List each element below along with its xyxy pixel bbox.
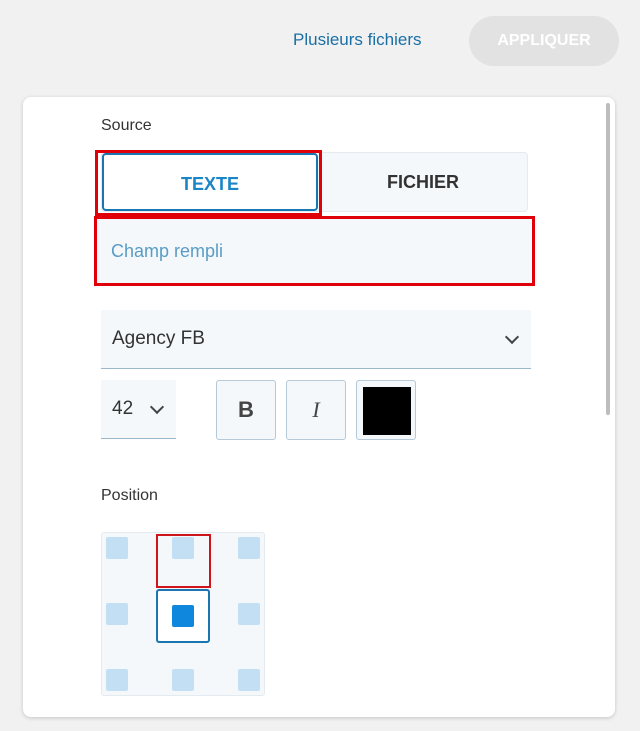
color-picker-button[interactable] [356, 380, 416, 440]
text-input[interactable]: Champ rempli [97, 219, 531, 283]
source-label: Source [101, 117, 152, 134]
position-bottom-left[interactable] [102, 641, 156, 695]
position-marker [238, 669, 260, 691]
bold-button[interactable]: B [216, 380, 276, 440]
position-top-left[interactable] [102, 533, 156, 587]
tab-file[interactable]: FICHIER [318, 153, 528, 211]
position-marker [106, 603, 128, 625]
position-top-center[interactable] [156, 533, 210, 587]
color-swatch [363, 387, 411, 435]
position-top-right[interactable] [210, 533, 264, 587]
chevron-down-icon [504, 329, 520, 345]
font-size-value: 42 [112, 398, 134, 419]
position-bottom-right[interactable] [210, 641, 264, 695]
position-bottom-center[interactable] [156, 641, 210, 695]
position-marker [238, 603, 260, 625]
position-marker [106, 669, 128, 691]
italic-icon: I [312, 397, 320, 422]
bold-icon: B [238, 397, 254, 422]
source-toggle: TEXTE FICHIER [101, 152, 528, 212]
position-label: Position [101, 487, 158, 504]
multiple-files-link[interactable]: Plusieurs fichiers [293, 30, 422, 50]
italic-button[interactable]: I [286, 380, 346, 440]
tab-text[interactable]: TEXTE [102, 153, 318, 211]
font-family-select[interactable]: Agency FB [101, 310, 531, 369]
position-marker [238, 537, 260, 559]
position-marker [172, 605, 194, 627]
position-middle-right[interactable] [210, 587, 264, 641]
apply-button[interactable]: APPLIQUER [469, 16, 619, 66]
position-middle-left[interactable] [102, 587, 156, 641]
position-grid [101, 532, 265, 696]
scrollbar[interactable] [606, 103, 610, 415]
settings-panel: Source TEXTE FICHIER Champ rempli Agency… [23, 97, 615, 717]
chevron-down-icon [149, 399, 165, 415]
font-size-select[interactable]: 42 [101, 380, 176, 439]
position-marker [172, 669, 194, 691]
top-bar: Plusieurs fichiers APPLIQUER [0, 0, 640, 90]
font-family-value: Agency FB [112, 328, 205, 349]
position-middle-center[interactable] [156, 589, 210, 643]
position-marker [106, 537, 128, 559]
position-marker [172, 537, 194, 559]
